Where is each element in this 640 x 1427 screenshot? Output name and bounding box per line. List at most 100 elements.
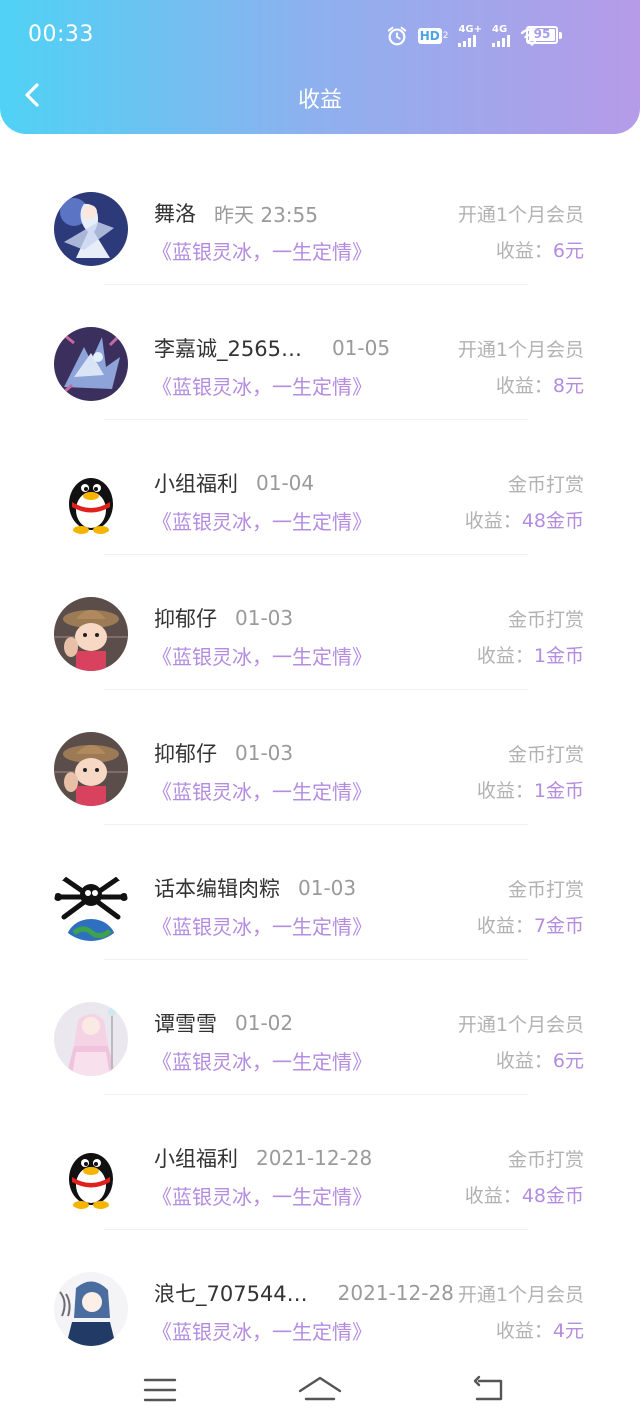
status-time: 00:33 (28, 22, 94, 47)
user-info: 谭雪雪 01-02 (154, 1010, 293, 1036)
user-name: 舞洛 (154, 202, 196, 226)
earning-label: 收益： (464, 510, 522, 532)
list-item[interactable]: 谭雪雪 01-02 《蓝银灵冰，一生定情》 开通1个月会员 收益：6元 (0, 960, 640, 1095)
avatar-anime-boy-sketch[interactable] (54, 1272, 128, 1346)
signal-4g-plus-icon: 4G+ (458, 25, 482, 47)
record-date: 2021-12-28 (256, 1146, 373, 1170)
list-item[interactable]: 话本编辑肉粽 01-03 《蓝银灵冰，一生定情》 金币打赏 收益：7金币 (0, 825, 640, 960)
list-item[interactable]: 李嘉诚_2565… 01-05 《蓝银灵冰，一生定情》 开通1个月会员 收益：8… (0, 285, 640, 420)
earning-label: 收益： (495, 375, 553, 397)
page-title: 收益 (297, 88, 342, 113)
user-info: 小组福利 01-04 (154, 470, 314, 496)
user-info: 舞洛 昨天 23:55 (154, 200, 318, 227)
app-header: 00:33 HD 2 4G+ 4G 95 收益 (0, 0, 640, 134)
record-date: 01-03 (235, 741, 294, 765)
user-name: 小组福利 (154, 1147, 238, 1171)
list-item[interactable]: 浪七_707544… 2021-12-28 《蓝银灵冰，一生定情》 开通1个月会… (0, 1230, 640, 1365)
avatar-ice-dragon[interactable] (54, 327, 128, 401)
earning: 收益：6元 (496, 236, 584, 263)
avatar-anime-girl-white[interactable] (54, 192, 128, 266)
book-title: 《蓝银灵冰，一生定情》 (152, 1320, 372, 1344)
earning-value: 48金币 (521, 1185, 584, 1207)
back-nav-button[interactable] (458, 1368, 518, 1412)
back-icon (473, 1375, 503, 1401)
record-date: 01-04 (256, 471, 315, 495)
book-title: 《蓝银灵冰，一生定情》 (152, 510, 372, 534)
user-info: 浪七_707544… 2021-12-28 (154, 1280, 454, 1306)
battery-level: 95 (533, 27, 551, 41)
record-type: 开通1个月会员 (457, 204, 584, 226)
book-title: 《蓝银灵冰，一生定情》 (152, 915, 372, 939)
record-type: 开通1个月会员 (457, 1284, 584, 1306)
user-name: 抑郁仔 (154, 607, 217, 631)
user-info: 小组福利 2021-12-28 (154, 1145, 372, 1171)
alarm-icon (386, 25, 408, 47)
list-item[interactable]: 舞洛 昨天 23:55 《蓝银灵冰，一生定情》 开通1个月会员 收益：6元 (0, 150, 640, 285)
book-title: 《蓝银灵冰，一生定情》 (152, 1185, 372, 1209)
book-title: 《蓝银灵冰，一生定情》 (152, 240, 372, 264)
earning: 收益：6元 (496, 1046, 584, 1073)
list-item[interactable]: 小组福利 2021-12-28 《蓝银灵冰，一生定情》 金币打赏 收益：48金币 (0, 1095, 640, 1230)
signal-4g-icon: 4G (492, 25, 510, 47)
record-type: 开通1个月会员 (457, 339, 584, 361)
earning-value: 6元 (552, 240, 584, 262)
earning: 收益：48金币 (465, 506, 584, 533)
avatar-spider-earth[interactable] (54, 867, 128, 941)
list-item[interactable]: 抑郁仔 01-03 《蓝银灵冰，一生定情》 金币打赏 收益：1金币 (0, 555, 640, 690)
system-nav-bar (0, 1360, 640, 1427)
user-name: 小组福利 (154, 472, 238, 496)
record-date: 2021-12-28 (337, 1281, 454, 1305)
earning-value: 6元 (552, 1050, 584, 1072)
earning-value: 4元 (552, 1320, 584, 1342)
earning-value: 48金币 (521, 510, 584, 532)
earning-label: 收益： (495, 1320, 553, 1342)
status-icons: HD 2 4G+ 4G (386, 24, 544, 48)
user-name: 浪七_707544… (154, 1282, 308, 1306)
earning: 收益：4元 (496, 1316, 584, 1343)
earning: 收益：7金币 (477, 911, 584, 938)
record-type: 金币打赏 (507, 474, 584, 496)
record-type: 开通1个月会员 (457, 1014, 584, 1036)
book-title: 《蓝银灵冰，一生定情》 (152, 645, 372, 669)
user-info: 抑郁仔 01-03 (154, 605, 293, 631)
user-name: 谭雪雪 (154, 1012, 217, 1036)
list-item[interactable]: 小组福利 01-04 《蓝银灵冰，一生定情》 金币打赏 收益：48金币 (0, 420, 640, 555)
record-date: 01-05 (331, 336, 391, 360)
user-info: 抑郁仔 01-03 (154, 740, 293, 766)
earnings-list: 舞洛 昨天 23:55 《蓝银灵冰，一生定情》 开通1个月会员 收益：6元 李嘉… (0, 150, 640, 1365)
record-type: 金币打赏 (507, 744, 584, 766)
record-type: 金币打赏 (507, 609, 584, 631)
home-button[interactable] (290, 1368, 350, 1412)
user-info: 李嘉诚_2565… 01-05 (154, 335, 390, 361)
user-info: 话本编辑肉粽 01-03 (154, 875, 356, 901)
earning-label: 收益： (495, 240, 553, 262)
menu-button[interactable] (130, 1368, 190, 1412)
book-title: 《蓝银灵冰，一生定情》 (152, 375, 372, 399)
earning-label: 收益： (476, 915, 534, 937)
battery-tip (559, 32, 562, 39)
record-type: 金币打赏 (507, 1149, 584, 1171)
avatar-cartoon-boy[interactable] (54, 732, 128, 806)
battery-icon: 95 (526, 26, 558, 44)
earning-value: 7金币 (533, 915, 584, 937)
book-title: 《蓝银灵冰，一生定情》 (152, 780, 372, 804)
status-bar: 00:33 HD 2 4G+ 4G 95 (0, 0, 640, 72)
avatar-anime-girl-pink[interactable] (54, 1002, 128, 1076)
record-date: 01-03 (298, 876, 357, 900)
earning: 收益：48金币 (465, 1181, 584, 1208)
record-type: 金币打赏 (507, 879, 584, 901)
avatar-cartoon-boy[interactable] (54, 597, 128, 671)
earning-value: 1金币 (533, 645, 584, 667)
earning: 收益：1金币 (477, 641, 584, 668)
avatar-qq-penguin[interactable] (54, 1137, 128, 1211)
earning-value: 8元 (552, 375, 584, 397)
record-date: 01-02 (235, 1011, 294, 1035)
avatar-qq-penguin[interactable] (54, 462, 128, 536)
earning-label: 收益： (476, 645, 534, 667)
user-name: 话本编辑肉粽 (154, 877, 280, 901)
earning: 收益：8元 (496, 371, 584, 398)
user-name: 李嘉诚_2565… (154, 337, 302, 361)
earning-label: 收益： (464, 1185, 522, 1207)
earning: 收益：1金币 (477, 776, 584, 803)
list-item[interactable]: 抑郁仔 01-03 《蓝银灵冰，一生定情》 金币打赏 收益：1金币 (0, 690, 640, 825)
